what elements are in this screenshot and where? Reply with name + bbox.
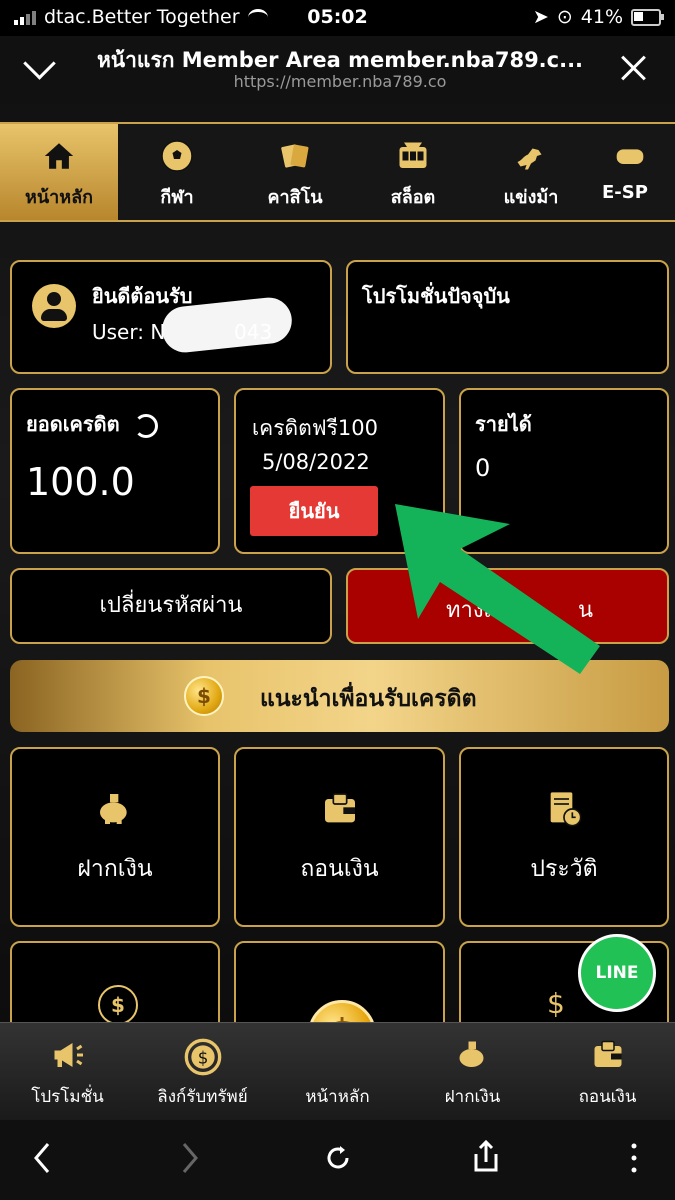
bottom-nav-withdraw[interactable]: ถอนเงิน xyxy=(540,1023,675,1121)
green-arrow-annotation xyxy=(395,504,600,674)
back-arrow-icon[interactable] xyxy=(28,1136,58,1180)
bottom-nav-deposit[interactable]: ฝากเงิน xyxy=(405,1023,540,1121)
piggy-bank-icon xyxy=(405,1037,540,1077)
location-icon: ➤ xyxy=(532,6,549,28)
orientation-lock-icon: ⊙ xyxy=(556,6,573,28)
bottom-nav-label: หน้าหลัก xyxy=(305,1087,370,1107)
bottom-nav-home[interactable]: หน้าหลัก xyxy=(270,1023,405,1121)
chevron-down-icon[interactable] xyxy=(23,47,56,80)
browser-toolbar xyxy=(0,1120,675,1200)
megaphone-icon xyxy=(0,1037,135,1077)
share-icon[interactable] xyxy=(468,1136,504,1180)
status-right: ➤ ⊙ 41% xyxy=(532,6,664,28)
battery-icon xyxy=(631,8,664,26)
bottom-nav-label: ถอนเงิน xyxy=(578,1087,637,1107)
bottom-nav-label: ลิงก์รับทรัพย์ xyxy=(157,1087,248,1107)
bottom-nav-label: โปรโมชั่น xyxy=(31,1087,104,1107)
forward-arrow-icon[interactable] xyxy=(174,1136,204,1180)
close-icon[interactable] xyxy=(619,54,647,82)
dollar-coin-icon: $ xyxy=(135,1037,270,1077)
wallet-icon xyxy=(540,1037,675,1077)
svg-text:$: $ xyxy=(197,1049,208,1068)
battery-percent: 41% xyxy=(580,6,623,28)
bottom-nav-promotion[interactable]: โปรโมชั่น xyxy=(0,1023,135,1121)
bottom-nav-label: ฝากเงิน xyxy=(444,1087,501,1107)
browser-url[interactable]: https://member.nba789.co xyxy=(80,72,600,91)
page-content: หน้าหลัก กีฬา คาสิโน สล็อต แข่งม้า E-SP … xyxy=(0,104,675,1024)
more-vertical-icon[interactable] xyxy=(624,1136,644,1180)
bottom-nav: โปรโมชั่น $ ลิงก์รับทรัพย์ หน้าหลัก ฝากเ… xyxy=(0,1022,675,1121)
bottom-nav-affiliate[interactable]: $ ลิงก์รับทรัพย์ xyxy=(135,1023,270,1121)
browser-bar: หน้าแรก Member Area member.nba789.c... h… xyxy=(0,36,675,104)
reload-icon[interactable] xyxy=(320,1136,356,1180)
status-bar: dtac.Better Together 05:02 ➤ ⊙ 41% xyxy=(0,0,675,36)
